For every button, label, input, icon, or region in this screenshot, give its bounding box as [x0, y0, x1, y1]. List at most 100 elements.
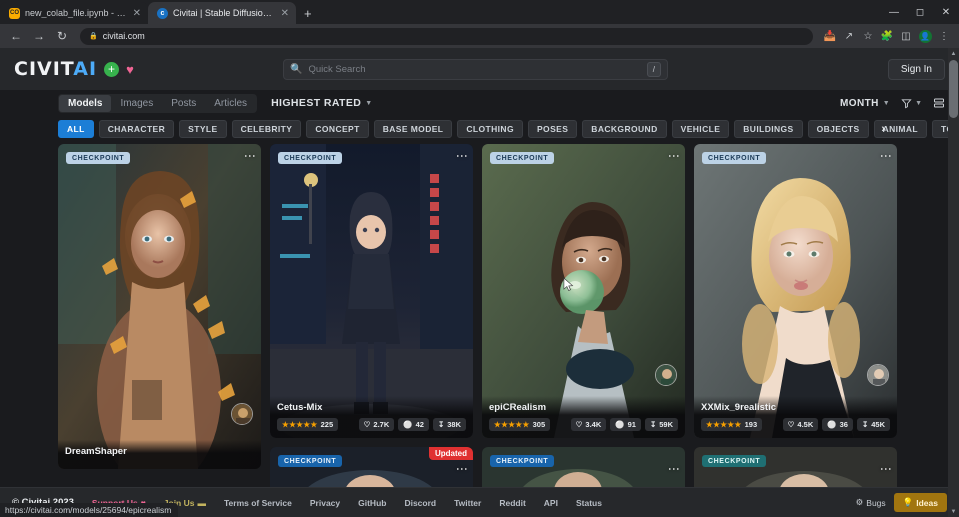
side-panel-icon[interactable]: ◫: [897, 27, 915, 45]
search-bar[interactable]: 🔍 /: [283, 58, 668, 80]
create-plus-icon[interactable]: +: [104, 61, 120, 77]
card-menu-icon[interactable]: ⋮: [879, 463, 893, 475]
forward-icon[interactable]: →: [29, 26, 49, 46]
period-dropdown[interactable]: MONTH ▼: [840, 98, 890, 109]
new-tab-button[interactable]: +: [296, 6, 320, 24]
view-layout-button[interactable]: [933, 97, 945, 109]
category-chip-buildings[interactable]: BUILDINGS: [734, 120, 803, 138]
category-chip-objects[interactable]: OBJECTS: [807, 120, 869, 138]
avatar[interactable]: [867, 364, 889, 386]
minimize-icon[interactable]: —: [881, 0, 907, 24]
tab-images[interactable]: Images: [111, 95, 162, 112]
bugs-button[interactable]: ⚙ Bugs: [856, 497, 886, 508]
footer-link-privacy[interactable]: Privacy: [310, 498, 340, 508]
likes-stat: ♡ 2.7K: [358, 418, 395, 431]
sign-in-button[interactable]: Sign In: [887, 58, 945, 80]
card-menu-icon[interactable]: ⋮: [879, 150, 893, 162]
close-icon[interactable]: ✕: [279, 8, 289, 19]
badge-icon: ▬: [197, 497, 206, 508]
avatar[interactable]: [655, 364, 677, 386]
filter-button[interactable]: ▼: [901, 98, 922, 109]
browser-tab-civitai[interactable]: c Civitai | Stable Diffusion models, ✕: [148, 2, 296, 24]
category-chip-poses[interactable]: POSES: [527, 120, 578, 138]
category-chip-base-model[interactable]: BASE MODEL: [373, 120, 453, 138]
maximize-icon[interactable]: ◻: [907, 0, 933, 24]
back-icon[interactable]: ←: [6, 26, 26, 46]
toolbar-right-group: MONTH ▼ ▼: [840, 97, 945, 109]
extensions-icon[interactable]: 🧩: [878, 27, 896, 45]
window-controls: — ◻ ✕: [881, 0, 959, 24]
star-icon: ★★★★★: [706, 420, 742, 429]
install-icon[interactable]: 📥: [821, 27, 839, 45]
comments-count: 36: [839, 420, 848, 429]
footer-link-terms[interactable]: Terms of Service: [224, 498, 292, 508]
likes-count: 3.4K: [585, 420, 602, 429]
footer-link-twitter[interactable]: Twitter: [454, 498, 481, 508]
ideas-button[interactable]: 💡 Ideas: [893, 493, 947, 512]
sort-dropdown[interactable]: HIGHEST RATED ▼: [271, 97, 373, 109]
download-icon: ↧: [437, 420, 445, 429]
category-chip-background[interactable]: BACKGROUND: [582, 120, 667, 138]
likes-stat: ♡ 4.5K: [782, 418, 819, 431]
share-icon[interactable]: ↗: [840, 27, 858, 45]
card-menu-icon[interactable]: ⋮: [455, 150, 469, 162]
civitai-logo[interactable]: CIVITAI + ♥: [14, 58, 134, 80]
comment-icon: ⚪: [615, 420, 625, 429]
heart-icon: ♡: [575, 420, 583, 429]
category-chip-all[interactable]: ALL: [58, 120, 94, 138]
category-chip-concept[interactable]: CONCEPT: [306, 120, 369, 138]
grid-column: CHECKPOINT ⋮ DreamShaper: [58, 144, 261, 507]
category-chip-character[interactable]: CHARACTER: [98, 120, 175, 138]
browser-tab-colab[interactable]: CO new_colab_file.ipynb - Colaborat ✕: [0, 2, 148, 24]
footer-link-github[interactable]: GitHub: [358, 498, 386, 508]
card-menu-icon[interactable]: ⋮: [455, 463, 469, 475]
search-input[interactable]: [308, 63, 641, 75]
downloads-count: 45K: [871, 420, 885, 429]
category-chip-clothing[interactable]: CLOTHING: [457, 120, 523, 138]
model-card[interactable]: CHECKPOINT ⋮ epiCRealism ★★★★★ 305 ♡ 3.4…: [482, 144, 685, 438]
card-menu-icon[interactable]: ⋮: [667, 463, 681, 475]
reload-icon[interactable]: ↻: [52, 26, 72, 46]
bookmark-star-icon[interactable]: ☆: [859, 27, 877, 45]
profile-avatar-icon[interactable]: 👤: [916, 27, 934, 45]
card-menu-icon[interactable]: ⋮: [667, 150, 681, 162]
category-chip-vehicle[interactable]: VEHICLE: [671, 120, 730, 138]
model-card[interactable]: CHECKPOINT ⋮ XXMix_9realistic ★★★★★ 193: [694, 144, 897, 438]
card-menu-icon[interactable]: ⋮: [243, 150, 257, 162]
heart-icon[interactable]: ♥: [126, 62, 134, 77]
category-filter-bar: ALL CHARACTER STYLE CELEBRITY CONCEPT BA…: [0, 116, 959, 144]
grid-column: CHECKPOINT ⋮ Cetus-Mix ★★★★★ 225 ♡ 2.7K: [270, 144, 473, 507]
heart-icon: ♡: [787, 420, 795, 429]
scrollbar-thumb[interactable]: [949, 60, 958, 118]
close-icon[interactable]: ✕: [131, 8, 141, 19]
chevron-right-icon[interactable]: ›: [881, 123, 885, 135]
star-icon: ★★★★★: [494, 420, 530, 429]
avatar[interactable]: [231, 403, 253, 425]
footer-link-discord[interactable]: Discord: [404, 498, 436, 508]
close-window-icon[interactable]: ✕: [933, 0, 959, 24]
logo-text-primary: CIVIT: [14, 58, 74, 80]
card-footer: epiCRealism ★★★★★ 305 ♡ 3.4K ⚪ 91 ↧ 59K: [482, 396, 685, 438]
address-bar[interactable]: 🔒 civitai.com: [80, 27, 813, 45]
model-card[interactable]: CHECKPOINT ⋮ DreamShaper: [58, 144, 261, 469]
footer-link-status[interactable]: Status: [576, 498, 602, 508]
model-type-badge: CHECKPOINT: [66, 152, 131, 164]
category-chip-celebrity[interactable]: CELEBRITY: [231, 120, 302, 138]
tab-models[interactable]: Models: [59, 94, 112, 112]
category-chip-style[interactable]: STYLE: [179, 120, 227, 138]
browser-tab-title: new_colab_file.ipynb - Colaborat: [25, 8, 126, 18]
scroll-up-icon[interactable]: ▲: [948, 48, 959, 59]
footer-link-reddit[interactable]: Reddit: [499, 498, 525, 508]
scroll-down-icon[interactable]: ▼: [948, 506, 959, 517]
model-type-badge: CHECKPOINT: [278, 152, 343, 164]
model-title: Cetus-Mix: [277, 402, 323, 413]
browser-tab-title: Civitai | Stable Diffusion models,: [173, 8, 274, 18]
chrome-menu-icon[interactable]: ⋮: [935, 27, 953, 45]
tab-articles[interactable]: Articles: [205, 95, 256, 112]
comments-stat: ⚪ 42: [398, 418, 429, 431]
tab-posts[interactable]: Posts: [162, 95, 205, 112]
page-scrollbar[interactable]: ▲ ▼: [948, 48, 959, 517]
likes-stat: ♡ 3.4K: [570, 418, 607, 431]
footer-link-api[interactable]: API: [544, 498, 558, 508]
model-card[interactable]: CHECKPOINT ⋮ Cetus-Mix ★★★★★ 225 ♡ 2.7K: [270, 144, 473, 438]
